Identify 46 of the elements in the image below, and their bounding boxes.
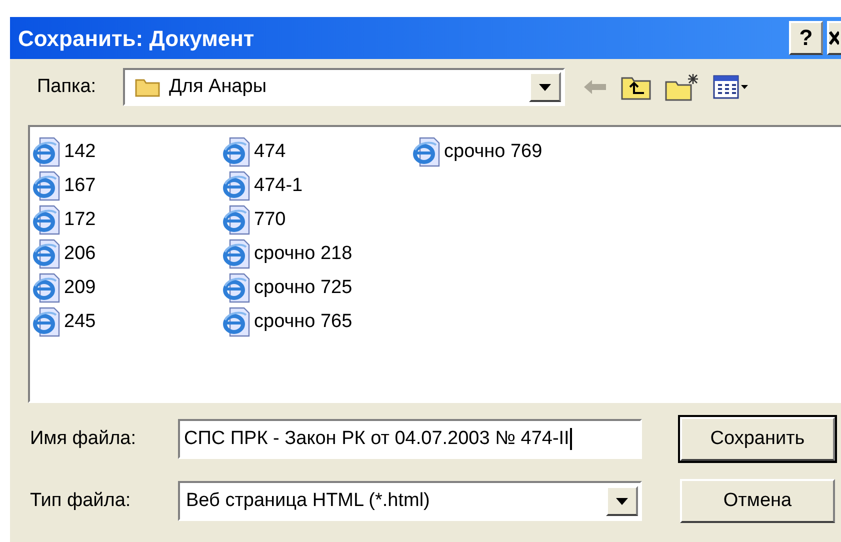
file-name-field[interactable]: СПС ПРК - Закон РК от 04.07.2003 № 474-II <box>178 419 642 459</box>
window-title: Сохранить: Документ <box>18 24 256 53</box>
file-item[interactable]: 245 <box>32 305 222 339</box>
file-item[interactable]: 142 <box>32 135 222 169</box>
web-document-icon <box>32 171 62 201</box>
file-item[interactable]: 206 <box>32 237 222 271</box>
dropdown-button[interactable] <box>606 486 638 516</box>
web-document-icon <box>32 205 62 235</box>
file-item[interactable]: 172 <box>32 203 222 237</box>
close-button[interactable] <box>827 21 841 55</box>
folder-value: Для Анары <box>169 74 268 99</box>
file-item[interactable]: срочно 725 <box>222 271 412 305</box>
web-document-icon <box>32 239 62 269</box>
help-button[interactable]: ? <box>789 21 823 55</box>
web-document-icon <box>222 307 252 337</box>
web-document-icon <box>222 171 252 201</box>
new-folder-icon[interactable] <box>665 73 699 101</box>
view-menu-icon[interactable] <box>713 75 749 99</box>
file-item[interactable]: 167 <box>32 169 222 203</box>
cancel-button[interactable]: Отмена <box>680 479 835 523</box>
web-document-icon <box>222 239 252 269</box>
dropdown-button[interactable] <box>529 72 561 102</box>
folder-label: Папка: <box>37 74 98 99</box>
file-item[interactable]: 474 <box>222 135 412 169</box>
web-document-icon <box>32 307 62 337</box>
file-item[interactable]: 474-1 <box>222 169 412 203</box>
web-document-icon <box>32 137 62 167</box>
file-type-combo[interactable]: Веб страница HTML (*.html) <box>178 481 642 521</box>
close-icon <box>829 30 839 46</box>
web-document-icon <box>222 205 252 235</box>
web-document-icon <box>222 273 252 303</box>
save-button[interactable]: Сохранить <box>680 417 835 461</box>
web-document-icon <box>412 137 442 167</box>
web-document-icon <box>222 137 252 167</box>
web-document-icon <box>32 273 62 303</box>
file-item[interactable]: срочно 218 <box>222 237 412 271</box>
file-item[interactable]: 209 <box>32 271 222 305</box>
file-item[interactable]: срочно 769 <box>412 135 602 169</box>
file-item[interactable]: срочно 765 <box>222 305 412 339</box>
file-name-label: Имя файла: <box>30 426 138 451</box>
file-item[interactable]: 770 <box>222 203 412 237</box>
folder-combo[interactable]: Для Анары <box>123 68 565 106</box>
file-type-label: Тип файла: <box>30 488 132 513</box>
caret-icon <box>616 498 628 504</box>
caret-icon <box>539 84 551 90</box>
file-type-value: Веб страница HTML (*.html) <box>186 488 431 513</box>
